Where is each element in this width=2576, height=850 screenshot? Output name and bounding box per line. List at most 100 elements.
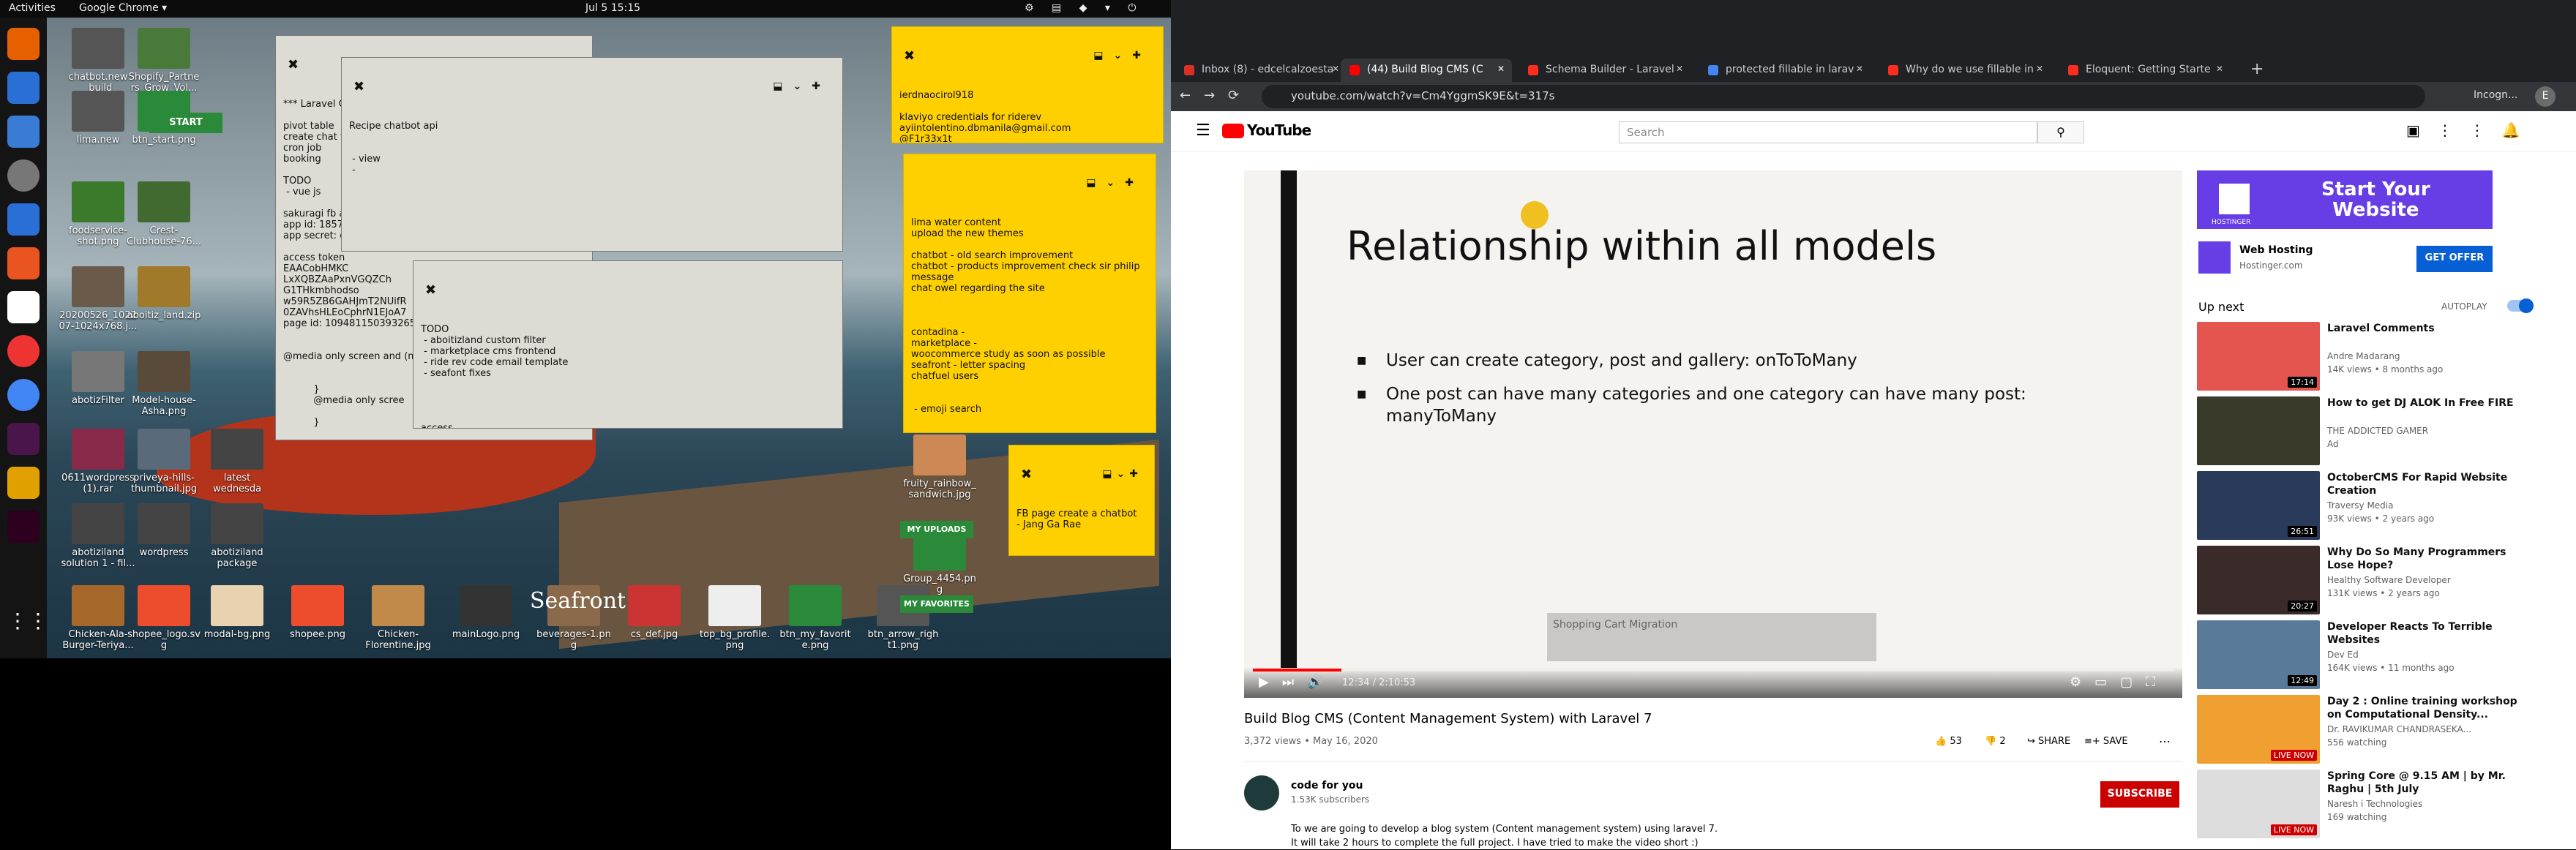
software-icon[interactable]: [7, 247, 40, 279]
dislike-button[interactable]: 👎 2: [1985, 736, 2006, 747]
video-thumbnail[interactable]: LIVE NOW: [2197, 770, 2320, 838]
desktop-icon[interactable]: mainLogo.png: [442, 585, 530, 640]
close-icon[interactable]: ✖: [425, 284, 436, 297]
desktop-icon[interactable]: modal-bg.png: [193, 585, 281, 640]
close-tab-icon[interactable]: ✕: [1332, 64, 1339, 74]
nav-icons[interactable]: ←→⟳: [1180, 88, 1252, 103]
browser-tab[interactable]: (44) Build Blog CMS (C ✕: [1341, 59, 1512, 82]
youtube-logo-icon[interactable]: [1222, 124, 1244, 138]
overlay-card[interactable]: Shopping Cart Migration: [1547, 613, 1876, 661]
browser-tab[interactable]: Inbox (8) - edcelcalzoesta ✕: [1175, 59, 1347, 82]
related-title[interactable]: Spring Core @ 9.15 AM | by Mr. Raghu | 5…: [2327, 770, 2525, 796]
related-title[interactable]: Day 2 : Online training workshop on Comp…: [2327, 695, 2525, 721]
like-button[interactable]: 👍 53: [1935, 736, 1962, 747]
close-tab-icon[interactable]: ✕: [2216, 64, 2223, 74]
note-controls[interactable]: ⬓⌄✚: [1086, 178, 1144, 189]
my-uploads-image[interactable]: MY UPLOADS: [900, 521, 973, 538]
browser-tab[interactable]: protected fillable in larav ✕: [1699, 59, 1871, 82]
note-controls[interactable]: ⬓⌄✚: [1093, 50, 1151, 61]
rhythmbox-icon[interactable]: [7, 159, 40, 192]
share-button[interactable]: ↪ SHARE: [2027, 736, 2070, 747]
related-video[interactable]: 26:51 OctoberCMS For Rapid Website Creati…: [2197, 471, 2534, 544]
more-icon[interactable]: ⋯: [2159, 734, 2171, 748]
related-video[interactable]: LIVE NOW Spring Core @ 9.15 AM | by Mr. R…: [2197, 770, 2534, 843]
slack-icon[interactable]: [7, 423, 40, 455]
close-icon[interactable]: ✖: [288, 59, 299, 72]
incognito-label[interactable]: Incogn...: [2474, 89, 2517, 101]
note-text[interactable]: TODO - aboitizland custom filter - marke…: [421, 324, 835, 428]
subscribe-button[interactable]: SUBSCRIBE: [2100, 781, 2179, 808]
close-tab-icon[interactable]: ✕: [1497, 64, 1505, 74]
close-tab-icon[interactable]: ✕: [1676, 64, 1683, 74]
youtube-logo-text[interactable]: YouTube: [1247, 121, 1311, 139]
related-video[interactable]: LIVE NOW Day 2 : Online training workshop…: [2197, 695, 2534, 768]
desktop-icon[interactable]: aboitiz_land.zip: [120, 266, 208, 321]
note-controls[interactable]: ⬓⌄✚: [1102, 469, 1142, 480]
ad-banner[interactable]: HOSTINGER Start Your Website: [2197, 170, 2493, 229]
amazon-icon[interactable]: [7, 291, 40, 323]
desktop-icon[interactable]: top_bg_profile. png: [691, 585, 779, 651]
app-grid-icon[interactable]: ⋮⋮: [7, 609, 48, 641]
writer-icon[interactable]: [7, 203, 40, 236]
close-icon[interactable]: ✖: [1021, 468, 1032, 481]
related-video[interactable]: 20:27 Why Do So Many Programmers Lose Hop…: [2197, 546, 2534, 619]
related-title[interactable]: How to get DJ ALOK In Free FIRE: [2327, 396, 2525, 410]
close-icon[interactable]: ✖: [353, 80, 364, 94]
thunderbird-icon[interactable]: [7, 72, 40, 104]
desktop-icon[interactable]: fruity_rainbow_ sandwich.jpg: [896, 435, 984, 500]
related-title[interactable]: OctoberCMS For Rapid Website Creation: [2327, 471, 2525, 497]
activities-button[interactable]: Activities: [9, 2, 56, 14]
terminal-icon[interactable]: [7, 511, 40, 543]
search-icon[interactable]: ⚲: [2037, 121, 2084, 143]
address-bar[interactable]: youtube.com/watch?v=Cm4YggmSK9E&t=317s: [1262, 85, 2425, 108]
desktop-icon[interactable]: abotiziland package: [193, 503, 281, 569]
close-tab-icon[interactable]: ✕: [2036, 64, 2043, 74]
firefox-icon[interactable]: [7, 28, 40, 60]
sticky-note-fb[interactable]: ✖ ⬓⌄✚ FB page create a chatbot - Jang Ga …: [1008, 445, 1155, 556]
desktop-icon[interactable]: Chicken- Florentine.jpg: [354, 585, 442, 651]
video-thumbnail[interactable]: [2197, 396, 2320, 465]
new-tab-icon[interactable]: +: [2250, 60, 2264, 78]
ad-title[interactable]: Web Hosting: [2239, 244, 2313, 256]
player-settings-icons[interactable]: ⚙▭▢⛶: [2070, 674, 2168, 690]
desktop-icon[interactable]: Model-house- Asha.png: [120, 351, 208, 417]
note-text[interactable]: FB page create a chatbot - Jang Ga Rae: [1016, 508, 1147, 530]
help-icon[interactable]: [7, 335, 40, 367]
channel-avatar[interactable]: [1244, 775, 1279, 810]
chrome-icon[interactable]: [7, 379, 40, 411]
save-button[interactable]: ≡+ SAVE: [2084, 736, 2128, 747]
desktop-icon[interactable]: shopee.png: [274, 585, 362, 640]
note-text[interactable]: ierdnaocirol918 klaviyo credentials for …: [899, 90, 1156, 143]
video-thumbnail[interactable]: 17:14: [2197, 322, 2320, 391]
note-text[interactable]: lima water content upload the new themes…: [911, 217, 1148, 415]
desktop-icon[interactable]: latest wednesda: [193, 429, 281, 494]
related-title[interactable]: Laravel Comments: [2327, 322, 2525, 335]
sticky-note-tasks[interactable]: ⬓⌄✚ lima water content upload the new th…: [903, 154, 1156, 433]
my-favorites-image[interactable]: MY FAVORITES: [900, 595, 973, 613]
browser-tab[interactable]: Eloquent: Getting Starte ✕: [2059, 59, 2231, 82]
channel-name[interactable]: code for you: [1291, 780, 1363, 791]
close-tab-icon[interactable]: ✕: [1856, 64, 1863, 74]
desktop-icon[interactable]: Group_4454.pn g: [896, 530, 984, 595]
video-thumbnail[interactable]: 20:27: [2197, 546, 2320, 614]
app-menu[interactable]: Google Chrome ▾: [79, 2, 167, 14]
video-thumbnail[interactable]: 12:49: [2197, 620, 2320, 689]
related-title[interactable]: Developer Reacts To Terrible Websites: [2327, 620, 2525, 647]
related-video[interactable]: 12:49 Developer Reacts To Terrible Websit…: [2197, 620, 2534, 693]
sublime-icon[interactable]: [7, 467, 40, 499]
files-icon[interactable]: [7, 116, 40, 148]
desktop-icon[interactable]: btn_my_favorit e.png: [771, 585, 859, 651]
note-controls[interactable]: ⬓⌄✚: [773, 81, 831, 92]
start-button-image[interactable]: START: [149, 113, 222, 133]
tray-icons[interactable]: ⚙ ▤ ◆ ▾ ⏻: [1025, 2, 1143, 14]
progress-bar[interactable]: [1253, 669, 2174, 672]
close-icon[interactable]: ✖: [904, 50, 915, 63]
get-offer-button[interactable]: GET OFFER: [2416, 246, 2493, 272]
profile-avatar[interactable]: E: [2535, 86, 2556, 107]
sticky-note-recipe[interactable]: ✖ ⬓⌄✚ Recipe chatbot api - view -: [341, 57, 843, 252]
browser-tab[interactable]: Why do we use fillable in ✕: [1879, 59, 2051, 82]
header-icons[interactable]: ▣⋮⋮🔔: [2406, 121, 2538, 139]
menu-icon[interactable]: ☰: [1196, 121, 1210, 140]
search-input[interactable]: Search: [1619, 121, 2037, 143]
sticky-note-credentials[interactable]: ✖ ⬓⌄✚ ierdnaocirol918 klaviyo credentials…: [891, 26, 1164, 143]
